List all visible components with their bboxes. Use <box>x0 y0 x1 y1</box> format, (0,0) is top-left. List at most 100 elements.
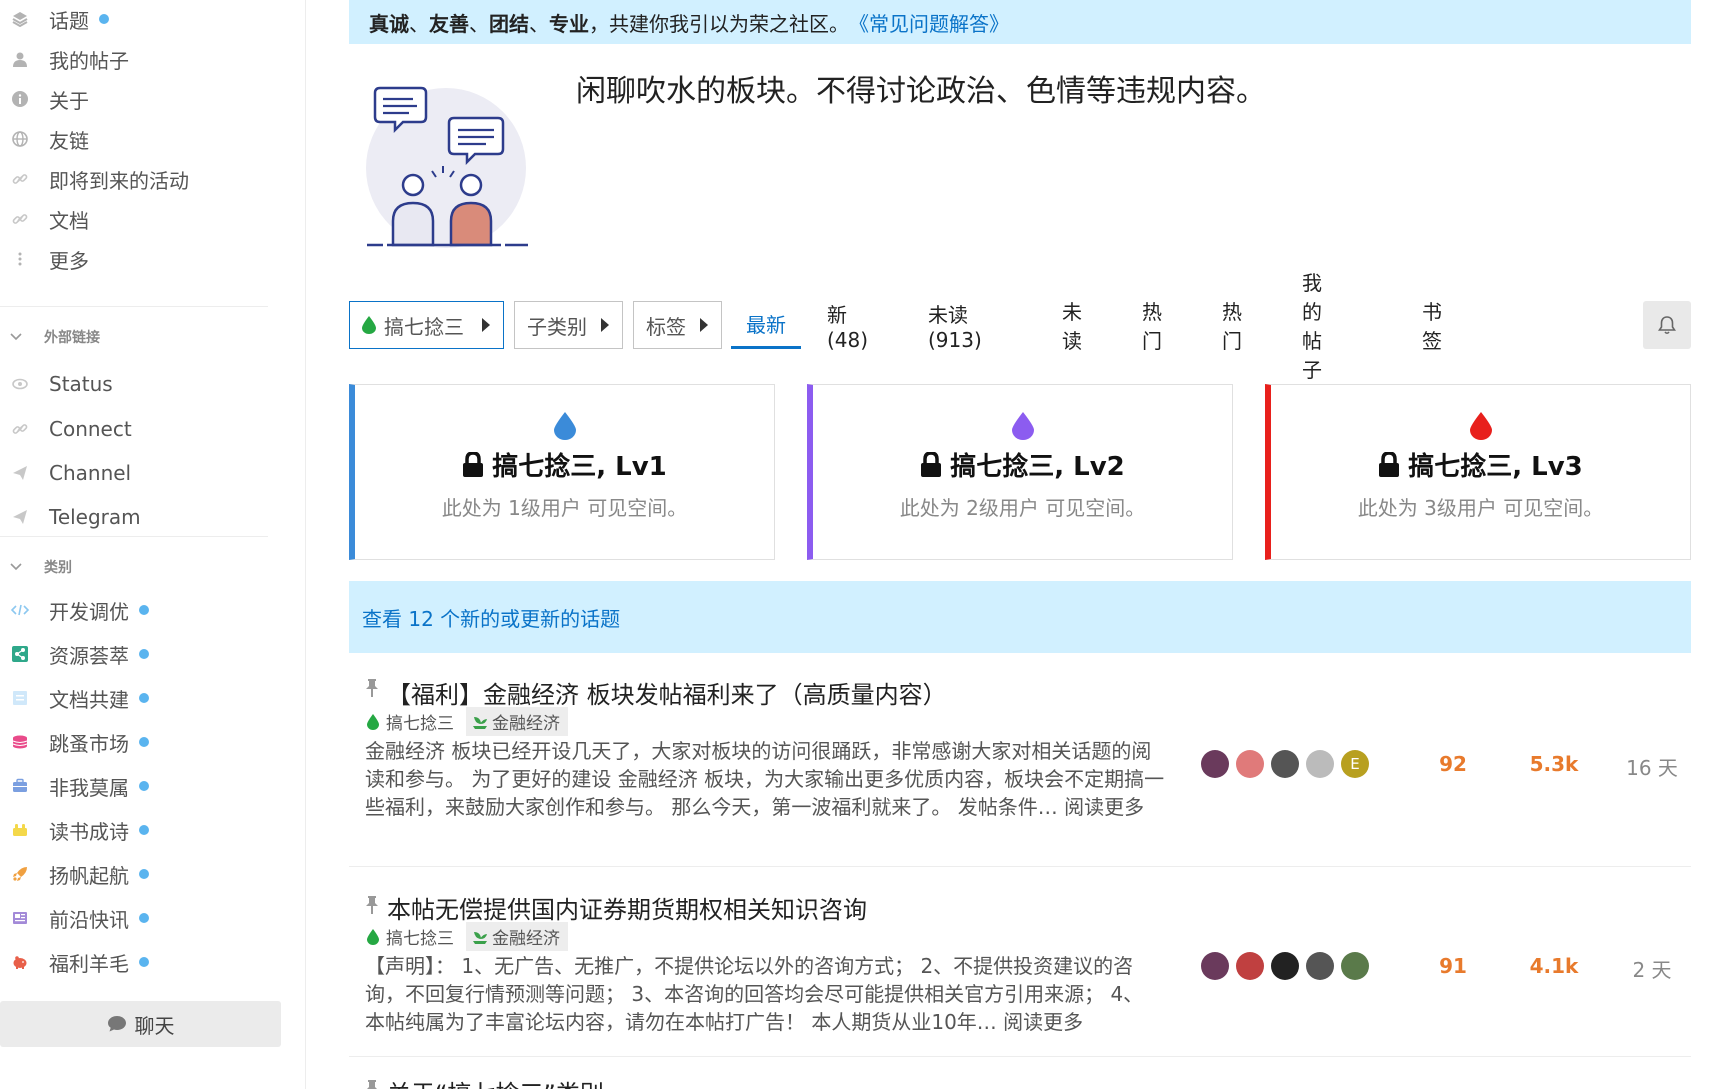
caret-right-icon <box>700 318 708 332</box>
tab-unread[interactable]: 未读 <box>1062 300 1082 353</box>
level-card[interactable]: 搞七捻三, Lv1 此处为 1级用户 可见空间。 <box>349 384 775 560</box>
sidebar-item-label: 资源荟萃 <box>49 643 129 668</box>
avatar[interactable] <box>1201 750 1229 778</box>
chat-bubble-icon <box>107 1015 127 1033</box>
sidebar-item-label: 更多 <box>49 248 89 273</box>
topic-title[interactable]: 关于“搞七捻三”类别 <box>387 1074 604 1089</box>
sidebar-category-deals[interactable]: 福利羊毛 <box>0 940 270 984</box>
sidebar-item-friend-links[interactable]: 友链 <box>0 117 270 161</box>
divider <box>0 306 268 307</box>
caret-right-icon <box>601 318 609 332</box>
level-card-title: 搞七捻三, Lv1 <box>492 452 667 482</box>
briefcase-icon <box>10 776 30 796</box>
sidebar-item-label: Channel <box>49 461 132 485</box>
subcategory-dropdown-label: 子类别 <box>527 314 587 339</box>
sidebar-category-jobs[interactable]: 非我莫属 <box>0 764 270 808</box>
divider <box>0 536 268 537</box>
section-header-categories[interactable]: 类别 <box>0 552 270 582</box>
avatar[interactable] <box>1341 952 1369 980</box>
send-icon <box>10 463 30 483</box>
level-card[interactable]: 搞七捻三, Lv3 此处为 3级用户 可见空间。 <box>1265 384 1691 560</box>
topic-title[interactable]: 本帖无偿提供国内证券期货期权相关知识咨询 <box>387 890 867 925</box>
sidebar-item-label: 友链 <box>49 128 89 153</box>
sidebar-item-docs[interactable]: 文档 <box>0 197 270 241</box>
sidebar-category-news[interactable]: 前沿快讯 <box>0 896 270 940</box>
avatar[interactable] <box>1271 750 1299 778</box>
sidebar-category-resources[interactable]: 资源荟萃 <box>0 632 270 676</box>
category-description: 闲聊吹水的板块。不得讨论政治、色情等违规内容。 <box>576 74 1266 109</box>
sidebar-item-channel[interactable]: Channel <box>0 451 270 495</box>
sidebar-item-about[interactable]: 关于 <box>0 77 270 121</box>
sidebar-item-label: 扬帆起航 <box>49 863 129 888</box>
unread-dot <box>139 781 149 791</box>
subcategory-dropdown[interactable]: 子类别 <box>514 301 623 349</box>
avatar[interactable] <box>1306 750 1334 778</box>
topic-tag[interactable]: 金融经济 <box>466 707 568 736</box>
tab-new[interactable]: 新 (48) <box>827 301 868 352</box>
avatar[interactable] <box>1201 952 1229 980</box>
sidebar-item-label: Telegram <box>49 505 141 529</box>
avatar[interactable] <box>1236 750 1264 778</box>
tab-hot[interactable]: 热门 <box>1142 300 1162 353</box>
sidebar-item-telegram[interactable]: Telegram <box>0 495 270 539</box>
banner-bold-word: 真诚 <box>369 11 409 36</box>
sidebar-item-more[interactable]: 更多 <box>0 237 270 281</box>
level-card-title: 搞七捻三, Lv3 <box>1408 452 1583 482</box>
avatar[interactable] <box>1236 952 1264 980</box>
tab-top[interactable]: 热门 <box>1222 300 1242 353</box>
bell-icon <box>1658 316 1676 335</box>
new-topics-link[interactable]: 查看 12 个新的或更新的话题 <box>362 603 620 632</box>
topic-tag[interactable]: 金融经济 <box>466 922 568 951</box>
sidebar-item-label: 非我莫属 <box>49 775 129 800</box>
topic-tag-label: 金融经济 <box>492 714 560 734</box>
sidebar-category-dev[interactable]: 开发调优 <box>0 588 270 632</box>
unread-dot <box>139 737 149 747</box>
sidebar-item-label: 福利羊毛 <box>49 951 129 976</box>
globe-icon <box>10 129 30 149</box>
sidebar-category-reading[interactable]: 读书成诗 <box>0 808 270 852</box>
topic-activity[interactable]: 16 天 <box>1612 752 1692 781</box>
topic-row[interactable]: 关于“搞七捻三”类别 <box>349 1058 1691 1089</box>
avatar[interactable] <box>1271 952 1299 980</box>
topic-row[interactable]: 本帖无偿提供国内证券期货期权相关知识咨询 搞七捻三 金融经济 【声明】： 1、无… <box>349 868 1691 1057</box>
banner-separator: 、 <box>469 11 489 36</box>
topic-excerpt[interactable]: 金融经济 板块已经开设几天了，大家对板块的访问很踊跃，非常感谢大家对相关话题的阅… <box>365 737 1165 841</box>
topic-views: 5.3k <box>1529 752 1579 776</box>
faq-link[interactable]: 《常见问题解答》 <box>849 8 1009 37</box>
sidebar-item-status[interactable]: Status <box>0 362 270 406</box>
tab-latest[interactable]: 最新 <box>731 301 801 349</box>
banner-bold-word: 专业 <box>549 11 589 36</box>
sidebar-category-launch[interactable]: 扬帆起航 <box>0 852 270 896</box>
avatar[interactable]: E <box>1341 750 1369 778</box>
avatar[interactable] <box>1306 952 1334 980</box>
category-dropdown[interactable]: 搞七捻三 <box>349 301 504 349</box>
tags-dropdown[interactable]: 标签 <box>633 301 722 349</box>
sidebar-item-label: 开发调优 <box>49 599 129 624</box>
section-header-external-links[interactable]: 外部链接 <box>0 322 270 352</box>
chat-button-label: 聊天 <box>134 1013 175 1038</box>
topic-row[interactable]: 【福利】金融经济 板块发帖福利来了（高质量内容） 搞七捻三 金融经济 金融经济 … <box>349 653 1691 867</box>
sidebar-item-my-posts[interactable]: 我的帖子 <box>0 37 270 81</box>
coins-icon <box>10 732 30 752</box>
drop-icon <box>367 713 379 730</box>
sidebar-item-connect[interactable]: Connect <box>0 407 270 451</box>
chat-button[interactable]: 聊天 <box>0 1001 281 1047</box>
eye-icon <box>10 374 30 394</box>
sidebar-item-upcoming-events[interactable]: 即将到来的活动 <box>0 157 270 201</box>
topic-excerpt[interactable]: 【声明】： 1、无广告、无推广，不提供论坛以外的咨询方式； 2、不提供投资建议的… <box>365 952 1155 1036</box>
tab-my-posts[interactable]: 我的帖子 <box>1302 271 1322 382</box>
pin-icon <box>365 896 379 914</box>
sidebar-category-docs[interactable]: 文档共建 <box>0 676 270 720</box>
sidebar-category-market[interactable]: 跳蚤市场 <box>0 720 270 764</box>
level-card[interactable]: 搞七捻三, Lv2 此处为 2级用户 可见空间。 <box>807 384 1233 560</box>
topic-activity[interactable]: 2 天 <box>1612 954 1692 983</box>
sidebar-item-topics[interactable]: 话题 <box>0 0 270 41</box>
topic-title[interactable]: 【福利】金融经济 板块发帖福利来了（高质量内容） <box>387 675 947 710</box>
notification-bell-button[interactable] <box>1643 301 1691 349</box>
topic-category[interactable]: 搞七捻三 <box>386 924 454 949</box>
layers-icon <box>10 9 30 29</box>
topic-category[interactable]: 搞七捻三 <box>386 709 454 734</box>
tab-unread-count[interactable]: 未读 (913) <box>928 301 982 352</box>
tab-bookmarks[interactable]: 书签 <box>1422 300 1442 353</box>
new-topics-bar[interactable]: 查看 12 个新的或更新的话题 <box>349 581 1691 653</box>
